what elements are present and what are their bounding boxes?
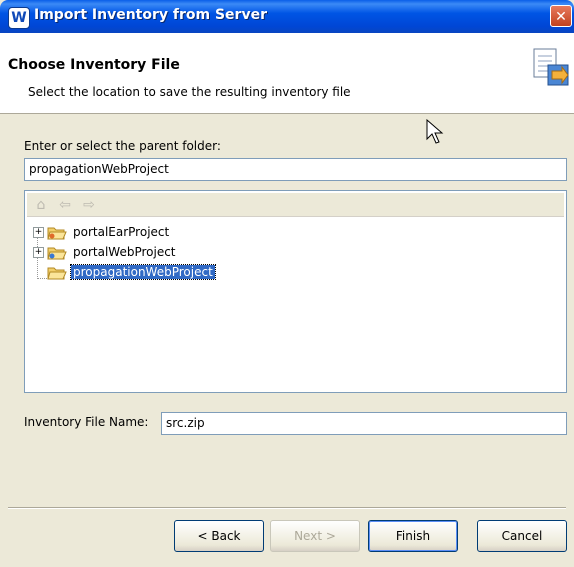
button-separator: [8, 507, 566, 509]
folder-icon: [47, 227, 67, 240]
tree-item-label: portalWebProject: [73, 245, 176, 259]
home-icon[interactable]: ⌂: [33, 197, 49, 213]
forward-arrow-icon[interactable]: ⇨: [81, 197, 97, 213]
title-bar[interactable]: W Import Inventory from Server ✕: [0, 0, 574, 33]
page-title: Choose Inventory File: [8, 57, 180, 73]
wizard-header: Choose Inventory File Select the locatio…: [0, 33, 574, 114]
expand-icon[interactable]: +: [33, 227, 44, 238]
parent-folder-label: Enter or select the parent folder:: [24, 139, 221, 153]
inventory-file-input[interactable]: src.zip: [161, 412, 567, 435]
tree-toolbar: ⌂ ⇦ ⇨: [27, 193, 564, 217]
mouse-cursor-icon: [426, 119, 444, 144]
wizard-dialog: W Import Inventory from Server ✕ Choose …: [0, 0, 574, 567]
back-button[interactable]: < Back: [174, 520, 264, 552]
folder-icon: [47, 247, 67, 260]
page-description: Select the location to save the resultin…: [28, 85, 351, 99]
wizard-import-icon: [533, 48, 569, 86]
tree-item-label: portalEarProject: [73, 225, 170, 239]
tree-connector: [37, 278, 47, 279]
folder-open-icon: [47, 267, 67, 280]
parent-folder-input[interactable]: propagationWebProject: [24, 158, 567, 181]
inventory-file-label: Inventory File Name:: [24, 415, 149, 429]
finish-button[interactable]: Finish: [368, 520, 458, 552]
cancel-button[interactable]: Cancel: [477, 520, 567, 552]
expand-icon[interactable]: +: [33, 247, 44, 258]
next-button[interactable]: Next >: [270, 520, 360, 552]
back-arrow-icon[interactable]: ⇦: [57, 197, 73, 213]
close-button[interactable]: ✕: [550, 5, 572, 27]
folder-tree[interactable]: ⌂ ⇦ ⇨ + portalEarProject + portalWebProj…: [24, 190, 567, 393]
app-icon: W: [8, 7, 30, 29]
tree-item-label-selected: propagationWebProject: [70, 264, 216, 280]
window-title: Import Inventory from Server: [34, 7, 267, 23]
